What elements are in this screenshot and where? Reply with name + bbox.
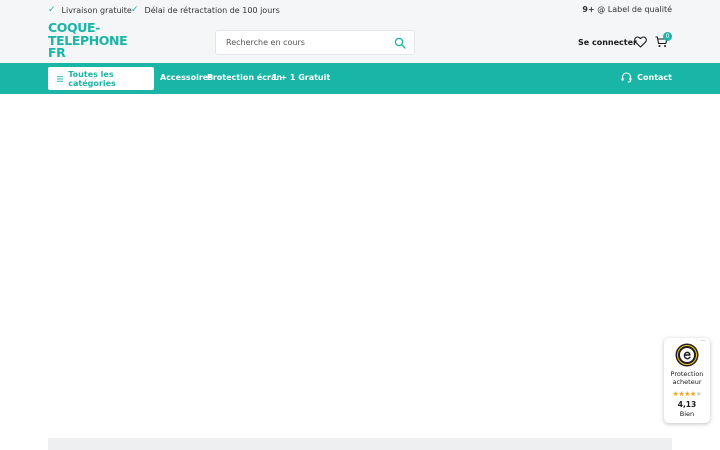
- more-options-icon[interactable]: ···: [700, 338, 706, 345]
- sign-in-link[interactable]: Se connecter: [578, 38, 637, 47]
- check-icon: ✓: [131, 5, 139, 15]
- menu-icon: [57, 75, 64, 82]
- search-box: [215, 30, 415, 55]
- contact-label: Contact: [637, 73, 672, 82]
- contact-link[interactable]: Contact: [621, 72, 672, 83]
- logo-line: FR: [48, 45, 66, 60]
- quality-text: @ Label de qualité: [594, 5, 672, 14]
- content-placeholder-block: [48, 438, 672, 450]
- headset-icon: [621, 72, 632, 83]
- rating-stars: ★★★★★: [664, 390, 710, 398]
- trust-badge-widget[interactable]: ··· Protection acheteur ★★★★★ 4,13 Bien: [664, 338, 710, 423]
- all-categories-label: Toutes les catégories: [68, 69, 116, 88]
- usp-free-delivery: ✓ Livraison gratuite: [48, 5, 132, 15]
- buyer-protection-line: Protection: [670, 370, 704, 378]
- buyer-protection-line: acheteur: [672, 378, 702, 386]
- site-header: COQUE- TELEPHONE FR Se connecter 0: [0, 21, 720, 63]
- buyer-protection-label: Protection acheteur: [664, 370, 710, 386]
- star-icon: ★: [695, 390, 702, 398]
- nav-link-screen-protection[interactable]: Protection écran: [207, 73, 282, 82]
- usp-label: Livraison gratuite: [61, 5, 132, 15]
- rating-word: Bien: [679, 410, 695, 418]
- top-info-bar: ✓ Livraison gratuite ✓ Délai de rétracta…: [0, 0, 720, 22]
- heart-icon[interactable]: [634, 36, 647, 48]
- usp-return-period: ✓ Délai de rétractation de 100 jours: [131, 5, 280, 15]
- trust-seal-icon: [675, 343, 699, 367]
- main-navigation: Toutes les catégories Accessoires Protec…: [0, 63, 720, 94]
- search-icon[interactable]: [394, 37, 406, 49]
- usp-label: Délai de rétractation de 100 jours: [144, 5, 280, 15]
- cart-count-badge: 0: [663, 32, 672, 41]
- rating-score: 4,13: [677, 400, 697, 409]
- quality-score: 9+: [582, 5, 595, 14]
- quality-label[interactable]: 9+ @ Label de qualité: [582, 5, 672, 14]
- search-input[interactable]: [216, 31, 386, 54]
- all-categories-button[interactable]: Toutes les catégories: [48, 67, 154, 90]
- nav-link-one-plus-one-free[interactable]: 1 + 1 Gratuit: [272, 73, 330, 82]
- check-icon: ✓: [48, 5, 56, 15]
- nav-link-accessories[interactable]: Accessoires: [160, 73, 213, 82]
- site-logo[interactable]: COQUE- TELEPHONE FR: [48, 21, 158, 62]
